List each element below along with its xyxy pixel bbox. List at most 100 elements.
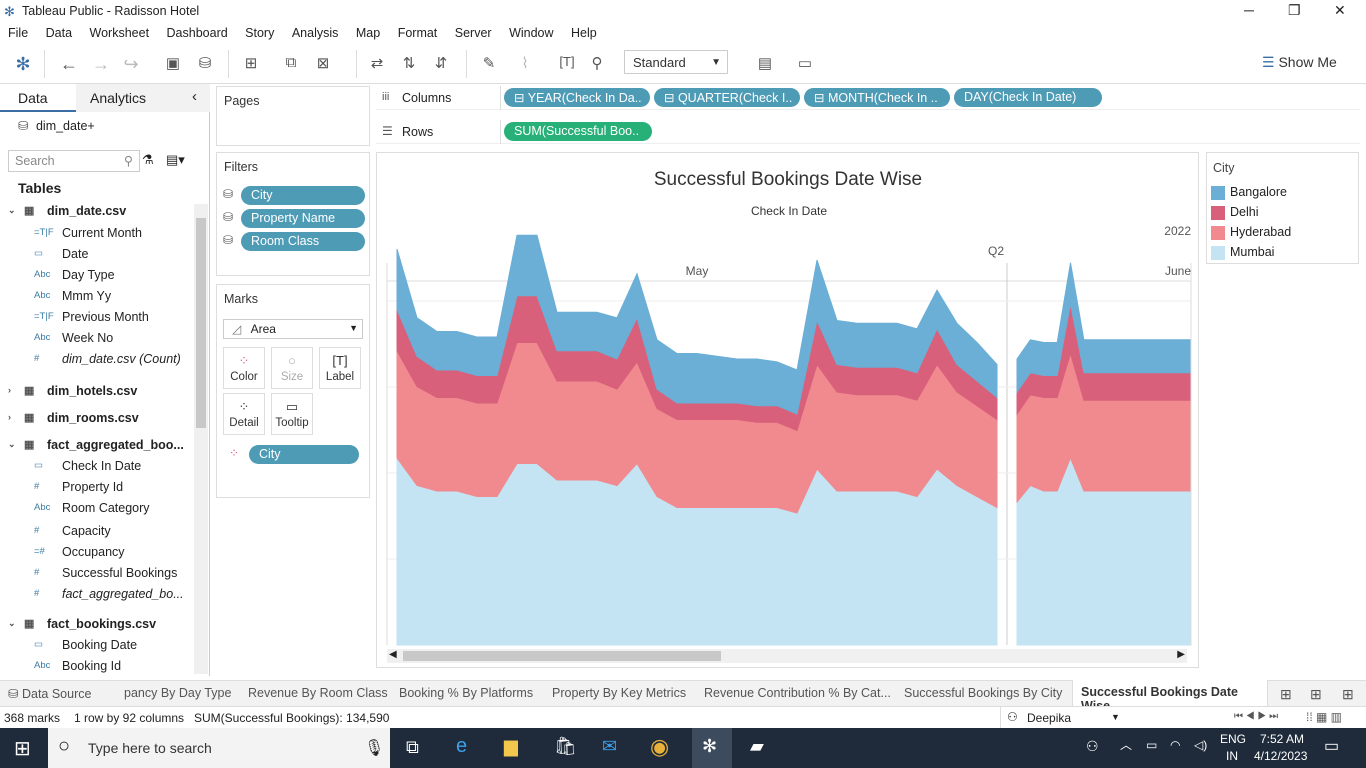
network-icon[interactable]: ◠ [1170, 738, 1180, 752]
mark-type-select[interactable]: ◿ Area ▼ [223, 319, 363, 339]
user-menu[interactable]: ⚇ Deepika ▼ [1000, 707, 1126, 728]
new-worksheet-icon[interactable]: ⊞ [240, 54, 262, 72]
field-item[interactable]: ▭ Booking Date [0, 636, 190, 657]
field-item[interactable]: Abc Day Type [0, 266, 190, 287]
active-sheet-tab[interactable]: Successful Bookings Date Wise [1072, 680, 1268, 713]
store-icon[interactable]: 🛍 [554, 736, 577, 757]
tab-analytics[interactable]: Analytics ‹ [76, 84, 210, 112]
new-datasource-icon[interactable]: ⛁ [194, 54, 216, 72]
pin-icon[interactable]: ⚲ [586, 54, 608, 72]
legend-item[interactable]: Delhi [1211, 204, 1351, 222]
presentation-icon[interactable]: ▭ [794, 54, 816, 72]
language-primary[interactable]: ENG [1220, 732, 1246, 746]
column-pill-day[interactable]: DAY(Check In Date) [954, 88, 1102, 107]
filter-icon[interactable]: ⚗ [142, 152, 154, 168]
view-options-icon[interactable]: ▤▾ [166, 152, 185, 168]
taskbar-search[interactable]: ○ Type here to search 🎙 [48, 728, 390, 768]
field-item[interactable]: ▭ Check In Date [0, 457, 190, 478]
tooltip-button[interactable]: ▭ Tooltip [271, 393, 313, 435]
new-worksheet-tab-icon[interactable]: ⊞ [1280, 686, 1292, 703]
menu-file[interactable]: File [8, 22, 28, 40]
filter-pill-city[interactable]: City [241, 186, 365, 205]
table-row[interactable]: ⌄ ▦ fact_bookings.csv [0, 615, 190, 636]
menu-help[interactable]: Help [571, 22, 597, 40]
data-source-tab[interactable]: ⛁ Data Source [8, 686, 91, 701]
field-item[interactable]: # Successful Bookings [0, 564, 190, 585]
legend-item[interactable]: Hyderabad [1211, 224, 1351, 242]
field-item[interactable]: Abc Week No [0, 329, 190, 350]
detail-button[interactable]: ⁘ Detail [223, 393, 265, 435]
people-icon[interactable]: ⚇ [1086, 738, 1099, 755]
field-item[interactable]: # dim_date.csv (Count) [0, 350, 190, 371]
sheet-nav-icons[interactable]: ⏮ ◀ ▶ ⏭ [1234, 711, 1278, 722]
table-row[interactable]: › ▦ dim_hotels.csv [0, 382, 190, 403]
minimize-button[interactable]: ─ [1244, 2, 1254, 18]
expand-icon[interactable]: ⌄ [8, 439, 16, 450]
sheet-tab-revenue-room-class[interactable]: Revenue By Room Class [248, 686, 388, 700]
field-item[interactable]: =# Occupancy [0, 543, 190, 564]
legend-item[interactable]: Mumbai [1211, 244, 1351, 262]
legend-item[interactable]: Bangalore [1211, 184, 1351, 202]
scrollbar-thumb[interactable] [196, 218, 206, 428]
notes-app-icon[interactable]: ▰ [750, 736, 764, 757]
scroll-right-icon[interactable]: ▶ [1177, 649, 1185, 660]
new-story-tab-icon[interactable]: ⊞ [1342, 686, 1354, 703]
size-button[interactable]: ○ Size [271, 347, 313, 389]
clock-date[interactable]: 4/12/2023 [1254, 749, 1307, 763]
table-row[interactable]: ⌄ ▦ dim_date.csv [0, 202, 190, 223]
volume-icon[interactable]: ◁) [1194, 738, 1207, 752]
scroll-left-icon[interactable]: ◀ [389, 649, 397, 660]
edge-icon[interactable]: e [456, 735, 467, 758]
clear-sheet-icon[interactable]: ⊠ [312, 54, 334, 72]
sheet-tab-property-metrics[interactable]: Property By Key Metrics [552, 686, 686, 700]
table-row[interactable]: ⌄ ▦ fact_aggregated_boo... [0, 436, 190, 457]
duplicate-sheet-icon[interactable]: ⧉ [280, 54, 302, 71]
expand-icon[interactable]: › [8, 385, 11, 395]
field-item[interactable]: Abc Mmm Yy [0, 287, 190, 308]
expand-icon[interactable]: ⌄ [8, 618, 16, 629]
text-label-icon[interactable]: [T] [556, 54, 578, 69]
sheet-tab-bookings-by-city[interactable]: Successful Bookings By City [904, 686, 1062, 700]
sheet-tab-revenue-contribution[interactable]: Revenue Contribution % By Cat... [704, 686, 891, 700]
undo-icon[interactable]: ← [58, 54, 80, 75]
task-view-icon[interactable]: ⧉ [406, 737, 419, 758]
redo-icon[interactable]: → [90, 54, 112, 75]
expand-icon[interactable]: › [8, 412, 11, 422]
attach-icon[interactable]: ⌇ [514, 54, 536, 72]
field-item[interactable]: Abc Room Category [0, 499, 190, 520]
menu-server[interactable]: Server [455, 22, 492, 40]
sheet-tab-occupancy[interactable]: pancy By Day Type [124, 686, 234, 700]
tableau-home-icon[interactable]: ✻ [12, 54, 34, 75]
tab-data[interactable]: Data [0, 84, 76, 112]
field-item[interactable]: # Capacity [0, 522, 190, 543]
menu-data[interactable]: Data [46, 22, 72, 40]
mail-icon[interactable]: ✉ [602, 736, 617, 757]
menu-map[interactable]: Map [356, 22, 380, 40]
menu-worksheet[interactable]: Worksheet [90, 22, 150, 40]
column-pill-month[interactable]: ⊟ MONTH(Check In .. [804, 88, 950, 107]
fit-select[interactable]: Standard ▼ [624, 50, 728, 74]
expand-icon[interactable]: ⌄ [8, 205, 16, 216]
tableau-taskbar-button[interactable]: ✻ [692, 728, 732, 768]
color-button[interactable]: ⁘ Color [223, 347, 265, 389]
windows-start-icon[interactable]: ⊞ [14, 736, 31, 761]
pages-card[interactable]: Pages [216, 86, 370, 146]
close-button[interactable]: ✕ [1334, 2, 1346, 19]
column-pill-year[interactable]: ⊟ YEAR(Check In Da.. [504, 88, 650, 107]
menu-story[interactable]: Story [245, 22, 274, 40]
show-me-button[interactable]: ☰ Show Me [1262, 54, 1337, 71]
field-item[interactable]: =T|F Previous Month [0, 308, 190, 329]
notification-icon[interactable]: ▭ [1324, 736, 1339, 756]
sheet-tab-booking-platforms[interactable]: Booking % By Platforms [399, 686, 533, 700]
cards-icon[interactable]: ▤ [754, 54, 776, 72]
menu-dashboard[interactable]: Dashboard [167, 22, 228, 40]
field-item[interactable]: ▭ Date [0, 245, 190, 266]
clock-time[interactable]: 7:52 AM [1260, 732, 1304, 746]
search-input[interactable]: Search ⚲ [8, 150, 140, 172]
restore-button[interactable]: ❐ [1288, 2, 1301, 19]
battery-icon[interactable]: ▭ [1146, 738, 1157, 752]
highlight-icon[interactable]: ✎ [478, 54, 500, 72]
field-item[interactable]: # fact_aggregated_bo... [0, 585, 190, 606]
save-icon[interactable]: ▣ [162, 54, 184, 72]
sheet-view-icons[interactable]: ⁞⁞ ▦ ▥ [1306, 710, 1342, 724]
